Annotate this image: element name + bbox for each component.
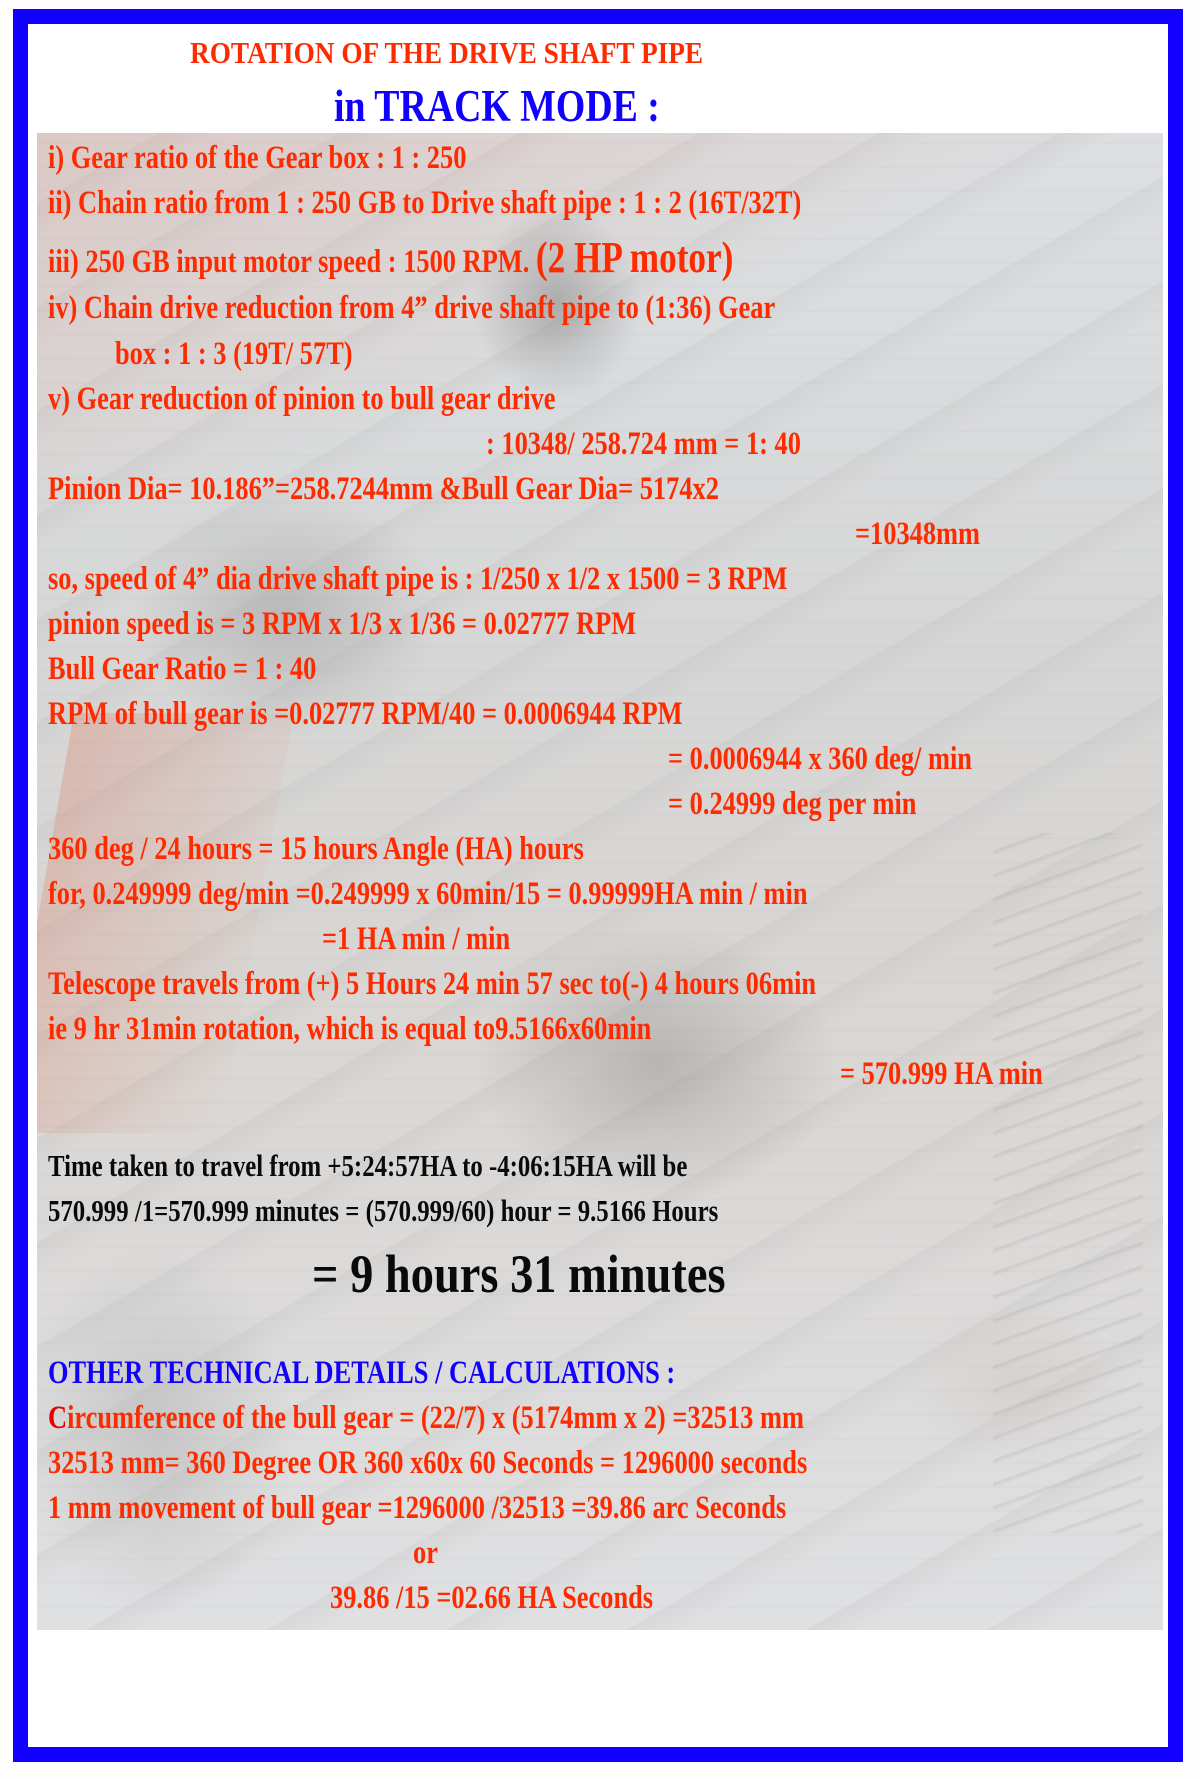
arc-seconds-line: 1 mm movement of bull gear =1296000 /325… xyxy=(48,1490,787,1526)
calc-line: =1 HA min / min xyxy=(322,921,511,957)
time-taken-line-2: 570.999 /1=570.999 minutes = (570.999/60… xyxy=(48,1193,719,1228)
calc-line: ie 9 hr 31min rotation, which is equal t… xyxy=(48,1011,652,1047)
calc-line: = 0.24999 deg per min xyxy=(668,786,917,822)
item-v-line-2: : 10348/ 258.724 mm = 1: 40 xyxy=(486,426,801,462)
calc-line: Bull Gear Ratio = 1 : 40 xyxy=(48,651,317,687)
other-details-heading: OTHER TECHNICAL DETAILS / CALCULATIONS : xyxy=(48,1355,676,1391)
ha-seconds-line: 39.86 /15 =02.66 HA Seconds xyxy=(330,1580,654,1616)
circumference-rest: ircumference of the bull gear = (22/7) x… xyxy=(67,1400,804,1436)
circumference-first-letter: C xyxy=(48,1400,68,1436)
title-line-1: ROTATION OF THE DRIVE SHAFT PIPE xyxy=(190,35,704,70)
or-separator: or xyxy=(413,1535,438,1571)
item-v-line-1: v) Gear reduction of pinion to bull gear… xyxy=(48,381,556,417)
item-iv-line-2: box : 1 : 3 (19T/ 57T) xyxy=(115,336,353,372)
item-ii: ii) Chain ratio from 1 : 250 GB to Drive… xyxy=(48,185,802,221)
title-line-2: in TRACK MODE : xyxy=(334,81,660,131)
item-iv-line-1: iv) Chain drive reduction from 4” drive … xyxy=(48,290,776,326)
circumference-line: Circumference of the bull gear = (22/7) … xyxy=(48,1402,804,1435)
item-iii-main: iii) 250 GB input motor speed : 1500 RPM… xyxy=(48,244,530,280)
item-i: i) Gear ratio of the Gear box : 1 : 250 xyxy=(48,140,467,176)
degree-seconds-line: 32513 mm= 360 Degree OR 360 x60x 60 Seco… xyxy=(48,1445,808,1481)
calc-line: pinion speed is = 3 RPM x 1/3 x 1/36 = 0… xyxy=(48,606,637,642)
calc-line: =10348mm xyxy=(855,516,981,552)
item-iii-emphasis: (2 HP motor) xyxy=(535,233,734,282)
calc-line: for, 0.249999 deg/min =0.249999 x 60min/… xyxy=(48,876,808,912)
calc-line: Telescope travels from (+) 5 Hours 24 mi… xyxy=(48,966,817,1002)
calc-line: Pinion Dia= 10.186”=258.7244mm &Bull Gea… xyxy=(48,471,719,507)
calc-line: = 570.999 HA min xyxy=(840,1056,1043,1092)
time-taken-result: = 9 hours 31 minutes xyxy=(312,1244,726,1304)
calc-line: RPM of bull gear is =0.02777 RPM/40 = 0.… xyxy=(48,696,683,732)
photo-orange-pipe xyxy=(37,713,295,1133)
time-taken-line-1: Time taken to travel from +5:24:57HA to … xyxy=(48,1148,688,1183)
calc-line: = 0.0006944 x 360 deg/ min xyxy=(668,741,972,777)
calc-line: so, speed of 4” dia drive shaft pipe is … xyxy=(48,561,788,597)
calc-line: 360 deg / 24 hours = 15 hours Angle (HA)… xyxy=(48,831,584,867)
item-iii: iii) 250 GB input motor speed : 1500 RPM… xyxy=(48,236,733,280)
photo-grille xyxy=(993,833,1143,1533)
